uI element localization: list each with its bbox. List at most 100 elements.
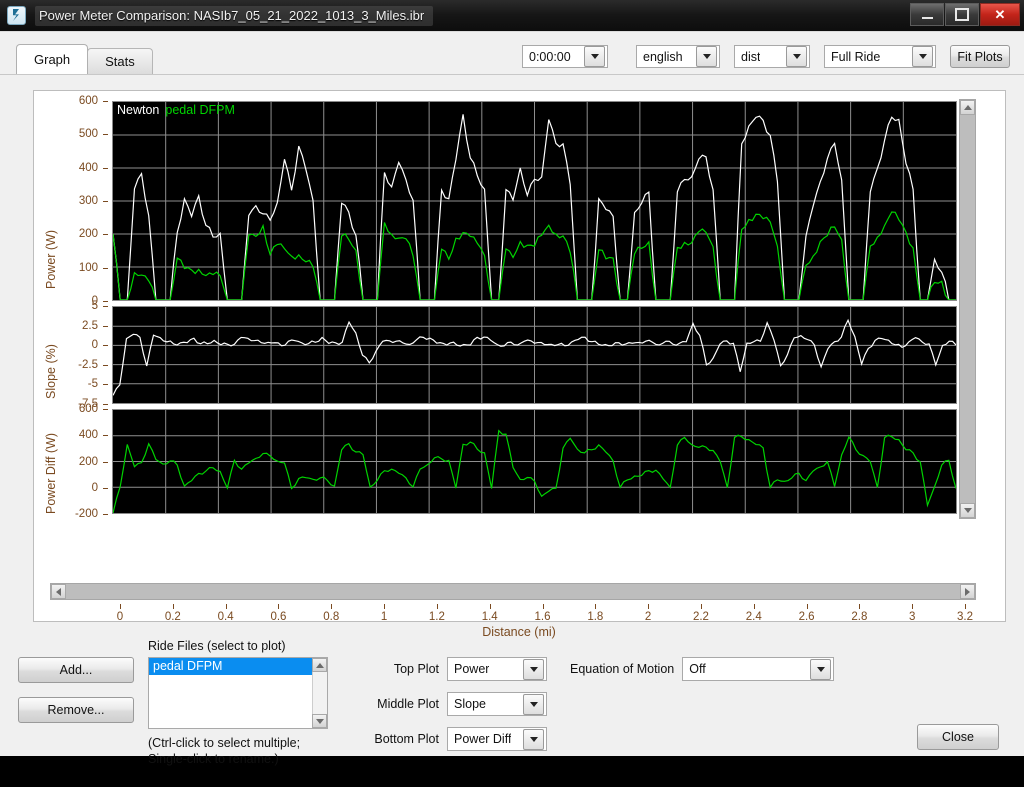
- y-tick-label: 600: [79, 403, 98, 415]
- x-tick-mark: [543, 604, 544, 609]
- tab-graph[interactable]: Graph: [16, 44, 88, 74]
- x-tick-label: 1.8: [587, 611, 603, 623]
- x-tick-mark: [437, 604, 438, 609]
- x-tick-label: 0.4: [218, 611, 234, 623]
- tab-graph-label: Graph: [34, 52, 70, 67]
- x-tick-label: 1: [381, 611, 387, 623]
- scroll-right-icon[interactable]: [960, 584, 975, 599]
- app-icon: [7, 6, 26, 25]
- power-meter-comparison-window: Power Meter Comparison: NASIb7_05_21_202…: [0, 0, 1024, 755]
- ride-files-hint-line1: (Ctrl-click to select multiple;: [148, 735, 300, 751]
- plot-horizontal-scrollbar[interactable]: [50, 583, 976, 600]
- scroll-left-icon[interactable]: [51, 584, 66, 599]
- scroll-up-icon[interactable]: [312, 658, 327, 672]
- time-offset-value: 0:00:00: [529, 50, 571, 64]
- plot-area: Power (W) Slope (%) Power Diff (W) 01002…: [42, 99, 996, 569]
- x-tick-label: 0.6: [270, 611, 286, 623]
- window-controls: ✕: [910, 3, 1020, 26]
- ride-range-dropdown[interactable]: Full Ride: [824, 45, 936, 68]
- legend-item-pedal-dfpm: pedal DFPM: [165, 103, 234, 117]
- x-tick-mark: [278, 604, 279, 609]
- graph-toolbar: 0:00:00 english dist Full Ride Fit Plots: [522, 45, 1010, 68]
- x-tick-label: 2.4: [746, 611, 762, 623]
- time-offset-dropdown[interactable]: 0:00:00: [522, 45, 608, 68]
- tab-stats[interactable]: Stats: [87, 48, 153, 74]
- y-tick-mark: [103, 514, 108, 515]
- scroll-down-icon[interactable]: [312, 714, 327, 728]
- y-tick-mark: [103, 462, 108, 463]
- bottom-plot-dropdown[interactable]: Power Diff: [447, 727, 547, 751]
- y-tick-label: -200: [75, 508, 98, 520]
- equation-of-motion-label: Equation of Motion: [570, 662, 674, 676]
- bottom-plot-value: Power Diff: [454, 732, 511, 746]
- x-tick-mark: [965, 604, 966, 609]
- x-tick-label: 3.2: [957, 611, 973, 623]
- list-item[interactable]: pedal DFPM: [149, 658, 327, 675]
- middle-plot-chart: [112, 306, 957, 404]
- middle-plot-label: Middle Plot: [355, 697, 439, 711]
- window-title: Power Meter Comparison: NASIb7_05_21_202…: [35, 6, 433, 26]
- x-tick-label: 2.6: [799, 611, 815, 623]
- equation-of-motion-row: Equation of Motion Off: [570, 657, 834, 681]
- x-tick-label: 1.2: [429, 611, 445, 623]
- bottom-plot-row: Bottom Plot Power Diff: [355, 727, 547, 751]
- y-tick-mark: [103, 435, 108, 436]
- units-value: english: [643, 50, 683, 64]
- x-tick-label: 2: [645, 611, 651, 623]
- x-tick-mark: [331, 604, 332, 609]
- scroll-up-icon[interactable]: [960, 100, 975, 115]
- fit-plots-button[interactable]: Fit Plots: [950, 45, 1010, 68]
- top-plot-value: Power: [454, 662, 489, 676]
- bottom-plot-label: Bottom Plot: [355, 732, 439, 746]
- chevron-down-icon: [696, 46, 717, 67]
- middle-plot-value: Slope: [454, 697, 486, 711]
- chevron-down-icon: [523, 659, 544, 680]
- x-tick-mark: [173, 604, 174, 609]
- chevron-down-icon: [810, 659, 831, 680]
- y-tick-mark: [103, 409, 108, 410]
- dialog-body: Graph Stats 0:00:00 english dist Full Ri…: [0, 31, 1024, 756]
- legend-item-newton: Newton: [117, 103, 159, 117]
- top-plot-label: Top Plot: [355, 662, 439, 676]
- y-tick-label: 400: [79, 429, 98, 441]
- x-tick-mark: [120, 604, 121, 609]
- ride-files-label: Ride Files (select to plot): [148, 639, 286, 653]
- xaxis-mode-value: dist: [741, 50, 760, 64]
- close-button[interactable]: Close: [917, 724, 999, 750]
- scroll-down-icon[interactable]: [960, 503, 975, 518]
- bottom-controls: Add... Remove... Ride Files (select to p…: [0, 632, 1024, 787]
- y-tick-mark: [103, 488, 108, 489]
- x-tick-label: 0.8: [323, 611, 339, 623]
- y-tick-label: 0: [92, 482, 98, 494]
- add-button[interactable]: Add...: [18, 657, 134, 683]
- top-plot-dropdown[interactable]: Power: [447, 657, 547, 681]
- close-window-button[interactable]: ✕: [980, 3, 1020, 26]
- x-tick-mark: [912, 604, 913, 609]
- chevron-down-icon: [912, 46, 933, 67]
- bottom-plot-chart: [112, 409, 957, 514]
- equation-of-motion-value: Off: [689, 662, 705, 676]
- bottom-plot-y-ticks: -2000200400600: [42, 99, 112, 569]
- plot-vertical-scrollbar[interactable]: [959, 99, 976, 519]
- equation-of-motion-dropdown[interactable]: Off: [682, 657, 834, 681]
- ride-files-hint: (Ctrl-click to select multiple; Single-c…: [148, 735, 300, 767]
- ride-files-hint-line2: Single-click to rename.): [148, 751, 300, 767]
- ride-files-list[interactable]: pedal DFPM: [148, 657, 328, 729]
- x-tick-mark: [859, 604, 860, 609]
- remove-button[interactable]: Remove...: [18, 697, 134, 723]
- minimize-button[interactable]: [910, 3, 944, 26]
- xaxis-mode-dropdown[interactable]: dist: [734, 45, 810, 68]
- x-tick-mark: [595, 604, 596, 609]
- middle-plot-dropdown[interactable]: Slope: [447, 692, 547, 716]
- chevron-down-icon: [584, 46, 605, 67]
- maximize-icon: [955, 8, 969, 21]
- minimize-icon: [922, 17, 933, 19]
- plot-legend: Newton pedal DFPM: [117, 103, 241, 117]
- units-dropdown[interactable]: english: [636, 45, 720, 68]
- chevron-down-icon: [523, 729, 544, 750]
- x-tick-mark: [807, 604, 808, 609]
- ride-files-scrollbar[interactable]: [312, 658, 327, 728]
- maximize-button[interactable]: [945, 3, 979, 26]
- x-tick-label: 2.2: [693, 611, 709, 623]
- x-tick-label: 0: [117, 611, 123, 623]
